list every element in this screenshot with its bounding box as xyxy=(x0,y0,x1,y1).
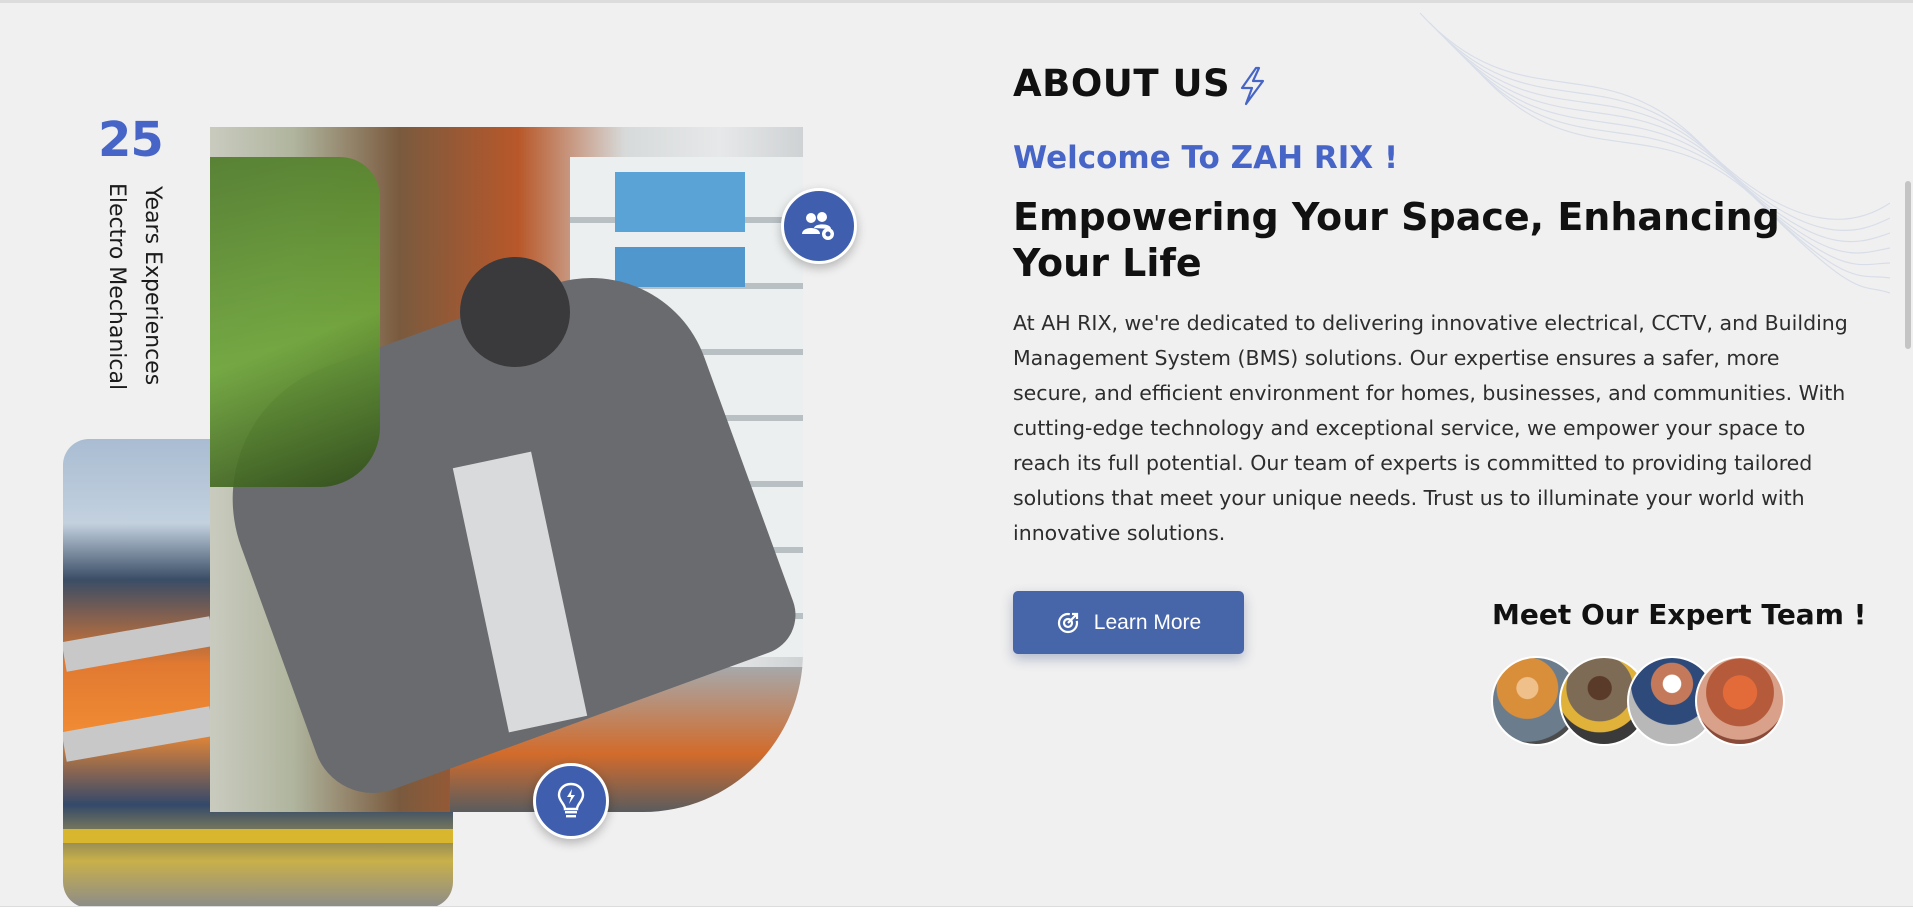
learn-more-button[interactable]: Learn More xyxy=(1013,591,1244,654)
scrollbar[interactable] xyxy=(1903,3,1913,906)
bottom-strip xyxy=(0,906,1913,923)
about-paragraph: At AH RIX, we're dedicated to delivering… xyxy=(1013,311,1848,545)
avatar[interactable] xyxy=(1695,656,1785,746)
bulb-badge xyxy=(533,763,609,839)
learn-more-label: Learn More xyxy=(1093,610,1202,634)
main-headline: Empowering Your Space, Enhancing Your Li… xyxy=(1013,195,1780,285)
scrollbar-thumb[interactable] xyxy=(1905,181,1911,349)
bulb-icon xyxy=(557,782,585,818)
bolt-icon xyxy=(1240,66,1265,106)
welcome-heading: Welcome To ZAH RIX ! xyxy=(1013,140,1399,176)
team-settings-icon xyxy=(802,212,834,240)
electro-mechanical-label: Electro Mechanical xyxy=(104,183,129,391)
team-avatars xyxy=(1491,656,1785,746)
years-number: 25 xyxy=(98,112,164,168)
section-title: ABOUT US xyxy=(1013,62,1231,105)
electrician-panel-photo xyxy=(210,127,803,812)
team-settings-badge xyxy=(781,188,857,264)
target-arrow-icon xyxy=(1057,612,1078,633)
years-experience-label: Years Experiences xyxy=(140,186,165,386)
team-heading: Meet Our Expert Team ! xyxy=(1492,598,1867,631)
